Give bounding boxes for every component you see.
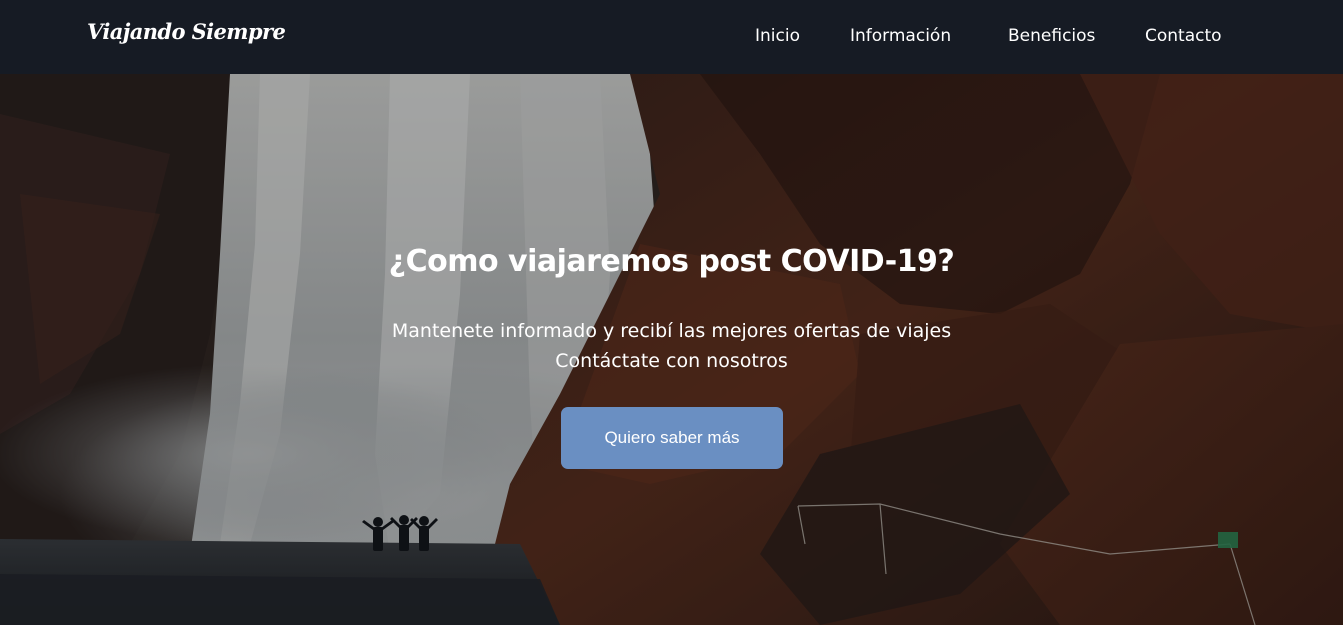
site-logo[interactable]: Viajando Siempre [87, 19, 286, 44]
nav-link-informacion[interactable]: Información [850, 26, 951, 46]
nav-link-inicio[interactable]: Inicio [755, 26, 800, 46]
hero-title: ¿Como viajaremos post COVID-19? [388, 244, 955, 279]
nav-link-beneficios[interactable]: Beneficios [1008, 26, 1095, 46]
quiero-saber-mas-button[interactable]: Quiero saber más [561, 407, 783, 469]
hero-subtitle-line-2: Contáctate con nosotros [555, 350, 788, 372]
hero-subtitle-line-1: Mantenete informado y recibí las mejores… [391, 320, 952, 342]
nav-link-contacto[interactable]: Contacto [1145, 26, 1222, 46]
hero-section: ¿Como viajaremos post COVID-19? Mantenet… [0, 74, 1343, 625]
top-navbar: Viajando Siempre Inicio Información Bene… [0, 0, 1343, 74]
